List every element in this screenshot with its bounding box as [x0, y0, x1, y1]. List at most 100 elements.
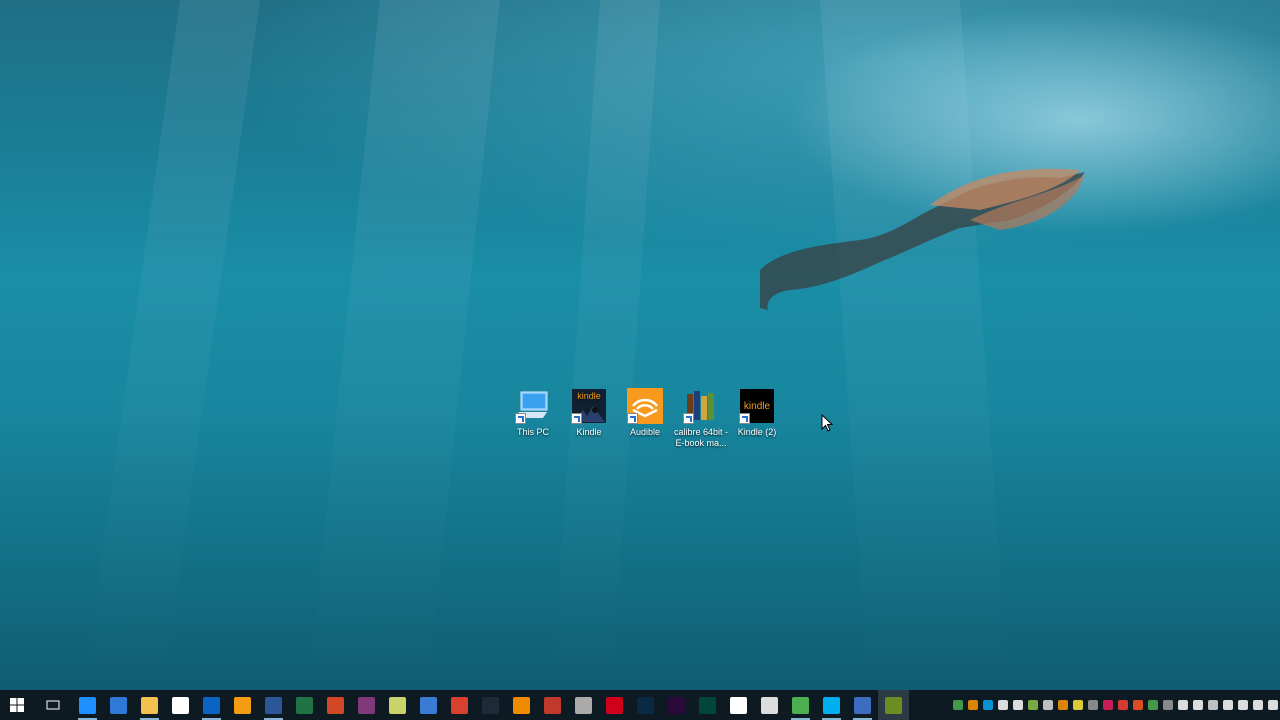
taskbar-app-outlook[interactable]: [196, 690, 227, 720]
taskbar-app-calculator[interactable]: [723, 690, 754, 720]
tray-icon[interactable]: [1117, 700, 1128, 710]
taskbar-app-app-orange[interactable]: [227, 690, 258, 720]
taskbar-app-store[interactable]: [165, 690, 196, 720]
tray-icon[interactable]: [1042, 700, 1053, 710]
tray-icon[interactable]: [1147, 700, 1158, 710]
tray-icon[interactable]: [1252, 700, 1263, 710]
task-view-icon: [46, 700, 60, 710]
store-icon: [172, 696, 189, 714]
shortcut-arrow-icon: [627, 413, 638, 424]
computer-icon: [515, 388, 551, 424]
calibre-icon: [885, 696, 902, 714]
light-ray: [820, 0, 1009, 690]
taskbar-app-vlc[interactable]: [506, 690, 537, 720]
taskbar-app-audition[interactable]: [692, 690, 723, 720]
taskbar-app-app-blue[interactable]: [847, 690, 878, 720]
globe-app-icon: [420, 696, 437, 714]
desktop-icon-grid: This PC kindle Kindle Audible calibre 64…: [505, 388, 785, 448]
file-explorer-icon: [141, 696, 158, 714]
taskbar-app-lightroom[interactable]: [475, 690, 506, 720]
task-view-button[interactable]: [34, 690, 72, 720]
photoshop-icon: [637, 696, 654, 714]
taskbar-app-internet-explorer[interactable]: [72, 690, 103, 720]
light-ray: [83, 0, 260, 690]
tray-icon[interactable]: [1267, 700, 1278, 710]
taskbar-app-powerpoint[interactable]: [320, 690, 351, 720]
tray-icon[interactable]: [967, 700, 978, 710]
taskbar-app-paint[interactable]: [754, 690, 785, 720]
system-tray: [950, 690, 1280, 720]
edge-icon: [110, 696, 127, 714]
lightroom-icon: [482, 696, 499, 714]
taskbar-app-premiere[interactable]: [661, 690, 692, 720]
taskbar-app-satellite[interactable]: [568, 690, 599, 720]
outlook-icon: [203, 696, 220, 714]
tray-icon[interactable]: [1222, 700, 1233, 710]
taskbar-app-file-explorer[interactable]: [134, 690, 165, 720]
app-blue-icon: [854, 696, 871, 714]
tray-icon[interactable]: [1207, 700, 1218, 710]
tray-icon[interactable]: [1192, 700, 1203, 710]
tray-icon[interactable]: [1072, 700, 1083, 710]
taskbar: [0, 690, 1280, 720]
premiere-icon: [668, 696, 685, 714]
kindle-logo-text: kindle: [744, 401, 771, 412]
calculator-icon: [730, 696, 747, 714]
windows-logo-icon: [10, 698, 24, 712]
desktop-icon-audible[interactable]: Audible: [617, 388, 673, 448]
audible-icon: [627, 388, 663, 424]
desktop-icon-label: Kindle: [576, 427, 602, 437]
tray-icon[interactable]: [1102, 700, 1113, 710]
taskbar-app-skype[interactable]: [816, 690, 847, 720]
vlc-icon: [513, 696, 530, 714]
taskbar-app-chrome[interactable]: [785, 690, 816, 720]
desktop-icon-calibre[interactable]: calibre 64bit - E-book ma...: [673, 388, 729, 448]
light-ray: [551, 0, 660, 690]
desktop-icon-kindle[interactable]: kindle Kindle: [561, 388, 617, 448]
taskbar-app-notes[interactable]: [382, 690, 413, 720]
tray-icon[interactable]: [1177, 700, 1188, 710]
powerpoint-icon: [327, 696, 344, 714]
taskbar-app-acrobat[interactable]: [599, 690, 630, 720]
tray-icon[interactable]: [1057, 700, 1068, 710]
tray-icon[interactable]: [982, 700, 993, 710]
taskbar-app-photoshop[interactable]: [630, 690, 661, 720]
desktop-icon-label: calibre 64bit - E-book ma...: [673, 427, 729, 448]
onenote-icon: [358, 696, 375, 714]
tray-icon[interactable]: [1012, 700, 1023, 710]
start-button[interactable]: [0, 690, 34, 720]
acrobat-icon: [606, 696, 623, 714]
tray-icon[interactable]: [1087, 700, 1098, 710]
tray-icon[interactable]: [1132, 700, 1143, 710]
chrome-icon: [792, 696, 809, 714]
light-ray: [307, 0, 500, 690]
desktop-icon-this-pc[interactable]: This PC: [505, 388, 561, 448]
taskbar-app-globe-app[interactable]: [413, 690, 444, 720]
skype-icon: [823, 696, 840, 714]
tray-icon[interactable]: [952, 700, 963, 710]
taskbar-app-edge[interactable]: [103, 690, 134, 720]
app-red-icon: [451, 696, 468, 714]
calibre-icon: [683, 388, 719, 424]
desktop-icon-kindle-2[interactable]: kindle Kindle (2): [729, 388, 785, 448]
taskbar-app-onenote[interactable]: [351, 690, 382, 720]
taskbar-app-foxit[interactable]: [537, 690, 568, 720]
internet-explorer-icon: [79, 696, 96, 714]
swimmer-image: [760, 168, 1085, 310]
shortcut-arrow-icon: [739, 413, 750, 424]
tray-icon[interactable]: [1162, 700, 1173, 710]
tray-icon[interactable]: [1237, 700, 1248, 710]
taskbar-app-app-red[interactable]: [444, 690, 475, 720]
shortcut-arrow-icon: [571, 413, 582, 424]
mouse-cursor-icon: [821, 414, 833, 432]
taskbar-app-excel[interactable]: [289, 690, 320, 720]
shortcut-arrow-icon: [683, 413, 694, 424]
word-icon: [265, 696, 282, 714]
taskbar-app-calibre[interactable]: [878, 690, 909, 720]
tray-icon[interactable]: [1027, 700, 1038, 710]
taskbar-app-list: [72, 690, 909, 720]
tray-icon[interactable]: [997, 700, 1008, 710]
taskbar-app-word[interactable]: [258, 690, 289, 720]
desktop-icon-label: This PC: [516, 427, 549, 437]
kindle-icon: kindle: [571, 388, 607, 424]
